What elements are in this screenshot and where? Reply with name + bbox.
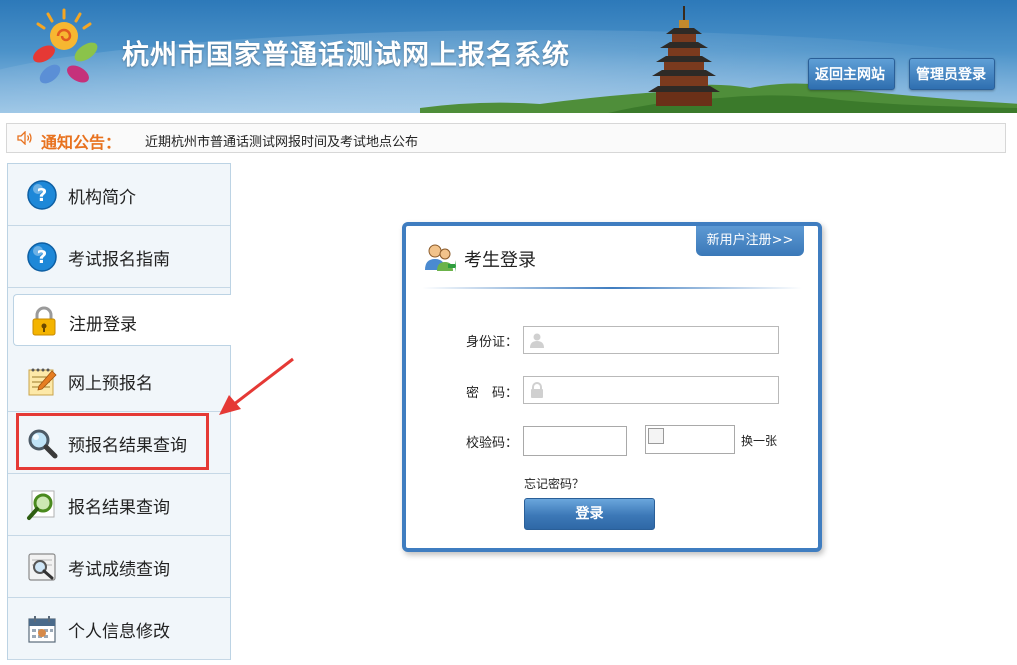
login-title: 考生登录 xyxy=(464,250,536,271)
captcha-label: 校验码： xyxy=(466,436,519,451)
pagoda-image xyxy=(648,6,720,106)
return-home-button[interactable]: 返回主网站 xyxy=(808,58,895,90)
site-header: 杭州市国家普通话测试网上报名系统 返回主网站 管理员登录 xyxy=(0,0,1017,113)
login-panel: 考生登录 新用户注册>> 身份证： 密 码： 校验码： 换一张 忘记密码？ 登录 xyxy=(402,222,822,552)
captcha-image[interactable] xyxy=(645,425,735,454)
site-title: 杭州市国家普通话测试网上报名系统 xyxy=(122,40,570,71)
notepad-icon xyxy=(28,368,57,396)
sidebar-item-label: 注册登录 xyxy=(69,315,137,335)
sidebar-item-label: 网上预报名 xyxy=(68,374,153,394)
calendar-icon xyxy=(28,616,56,643)
document-search-icon xyxy=(28,553,56,581)
magnifier-green-icon xyxy=(27,490,55,520)
sidebar-item-label: 报名结果查询 xyxy=(68,498,170,518)
red-arrow-icon xyxy=(219,357,294,415)
id-card-label: 身份证： xyxy=(466,335,519,350)
lock-icon xyxy=(531,382,543,398)
sidebar: ? 机构简介 ? 考试报名指南 注册登录 网上预报名 预报名结果查询 报名结果查… xyxy=(7,163,231,660)
sidebar-item-register-login[interactable]: 注册登录 xyxy=(13,294,231,346)
sidebar-item-label: 个人信息修改 xyxy=(68,622,170,642)
password-label: 密 码： xyxy=(466,386,519,401)
sidebar-item-label: 机构简介 xyxy=(68,188,136,208)
svg-text:?: ? xyxy=(37,185,47,206)
new-user-register-link[interactable]: 新用户注册>> xyxy=(696,226,804,256)
sidebar-item-register-result[interactable]: 报名结果查询 xyxy=(8,474,230,536)
password-input[interactable] xyxy=(523,376,779,404)
site-logo-icon xyxy=(33,8,98,84)
login-submit-button[interactable]: 登录 xyxy=(524,498,655,530)
sidebar-item-pre-register[interactable]: 网上预报名 xyxy=(8,350,230,412)
users-icon xyxy=(425,244,456,272)
admin-login-button[interactable]: 管理员登录 xyxy=(909,58,995,90)
captcha-input[interactable] xyxy=(523,426,627,456)
sidebar-item-profile-edit[interactable]: 个人信息修改 xyxy=(8,598,230,660)
svg-text:?: ? xyxy=(37,247,47,268)
broken-image-icon xyxy=(648,428,664,444)
question-icon: ? xyxy=(27,242,57,272)
notice-link[interactable]: 近期杭州市普通话测试网报时间及考试地点公布 xyxy=(145,131,418,150)
lock-icon xyxy=(32,306,56,336)
notice-bar: 通知公告： 近期杭州市普通话测试网报时间及考试地点公布 xyxy=(6,123,1006,153)
forgot-password-link[interactable]: 忘记密码？ xyxy=(524,475,584,492)
notice-label: 通知公告： xyxy=(41,133,122,152)
sidebar-item-about[interactable]: ? 机构简介 xyxy=(8,164,230,226)
highlight-box xyxy=(16,413,209,470)
sidebar-item-score-query[interactable]: 考试成绩查询 xyxy=(8,536,230,598)
user-icon xyxy=(530,333,544,348)
sidebar-item-guide[interactable]: ? 考试报名指南 xyxy=(8,226,230,288)
login-divider xyxy=(422,287,802,289)
speaker-icon xyxy=(17,131,32,145)
question-icon: ? xyxy=(27,180,57,210)
refresh-captcha-link[interactable]: 换一张 xyxy=(741,432,777,449)
id-card-input[interactable] xyxy=(523,326,779,354)
sidebar-item-label: 考试成绩查询 xyxy=(68,560,170,580)
sidebar-item-label: 考试报名指南 xyxy=(68,250,170,270)
